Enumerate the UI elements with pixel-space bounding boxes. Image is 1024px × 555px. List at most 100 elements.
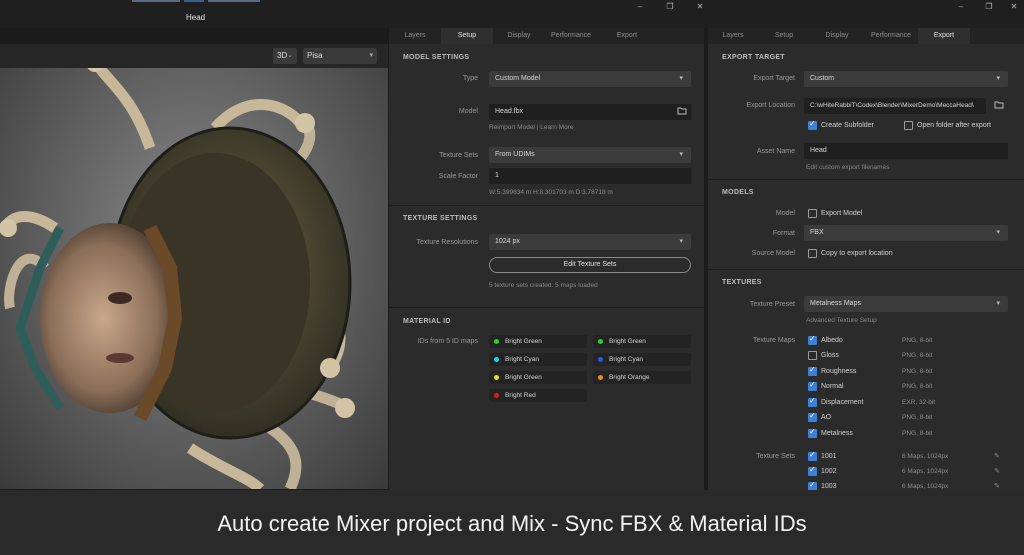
texture-res-dropdown[interactable]: 1024 px ▾ [489, 234, 691, 250]
export-location-label: Export Location [746, 102, 795, 109]
section-model-settings: MODEL SETTINGS [403, 54, 470, 61]
texture-preset-label: Texture Preset [749, 301, 795, 308]
title-accent [184, 0, 204, 2]
material-id-chip[interactable]: Bright Green [489, 371, 587, 384]
source-model-label: Source Model [751, 250, 795, 257]
color-swatch [494, 357, 499, 362]
albedo-checkbox[interactable] [808, 334, 817, 345]
view-mode-select[interactable]: 3D ⌄ [273, 48, 297, 64]
tab-setup[interactable]: Setup [441, 28, 493, 44]
title-accent [132, 0, 180, 2]
asset-name-value: Head [810, 147, 827, 154]
chevron-down-icon: ▾ [679, 238, 683, 245]
tab-layers[interactable]: Layers [389, 28, 441, 44]
create-subfolder-checkbox[interactable] [808, 119, 817, 130]
export-target-value: Custom [810, 75, 835, 82]
restore-icon[interactable]: ❐ [662, 2, 678, 12]
displacement-checkbox[interactable] [808, 396, 817, 407]
restore-icon[interactable]: ❐ [981, 2, 997, 12]
ao-checkbox[interactable] [808, 411, 817, 422]
format-dropdown[interactable]: FBX ▾ [804, 225, 1008, 241]
setup-panel: Layers Setup Display Performance Export … [389, 28, 704, 490]
edit-texture-sets-button[interactable]: Edit Texture Sets [489, 257, 691, 273]
open-folder-label: Open folder after export [917, 122, 991, 129]
asset-name-field[interactable]: Head [804, 143, 1008, 159]
folder-icon[interactable] [677, 106, 687, 117]
material-id-chip[interactable]: Bright Cyan [593, 353, 691, 366]
copy-location-checkbox[interactable] [808, 249, 817, 258]
model-path-field[interactable]: Head.fbx [489, 104, 691, 120]
folder-icon[interactable] [994, 100, 1004, 111]
environment-select[interactable]: Pisa ▾ [303, 48, 377, 64]
metalness-checkbox[interactable] [808, 427, 817, 438]
material-id-chip[interactable]: Bright Green [489, 335, 587, 348]
learn-more-link[interactable]: Learn More [540, 124, 573, 131]
set-checkbox[interactable] [808, 465, 817, 476]
normal-checkbox[interactable] [808, 380, 817, 391]
map-format: PNG, 8-bit [902, 430, 933, 437]
title-bar [0, 0, 1024, 28]
minimize-icon[interactable]: – [632, 2, 648, 12]
tab-export[interactable]: Export [597, 28, 657, 44]
export-location-field[interactable]: C:\wHiteRabbiT\Codex\Blender\MixerDemo\M… [804, 98, 986, 114]
reimport-row: Reimport Model | Learn More [489, 124, 573, 131]
type-value: Custom Model [495, 75, 541, 82]
close-icon[interactable]: ✕ [1006, 2, 1022, 12]
model-dimensions: W:5.399634 m H:8.301703 m D:3.78718 m [489, 189, 613, 196]
material-id-chip[interactable]: Bright Green [593, 335, 691, 348]
tab-setup[interactable]: Setup [758, 28, 810, 44]
material-id-chip[interactable]: Bright Cyan [489, 353, 587, 366]
texture-res-label: Texture Resolutions [416, 239, 478, 246]
edit-filenames-link[interactable]: Edit custom export filenames [806, 164, 889, 171]
set-checkbox[interactable] [808, 450, 817, 461]
advanced-texture-link[interactable]: Advanced Texture Setup [806, 317, 877, 324]
pencil-icon[interactable]: ✎ [994, 482, 1000, 490]
set-info: 6 Maps, 1024px [902, 483, 949, 490]
roughness-checkbox[interactable] [808, 365, 817, 376]
type-dropdown[interactable]: Custom Model ▾ [489, 71, 691, 87]
export-model-checkbox[interactable] [808, 209, 817, 218]
tab-display[interactable]: Display [493, 28, 545, 44]
type-label: Type [462, 75, 478, 82]
export-target-dropdown[interactable]: Custom ▾ [804, 71, 1008, 87]
texture-sets-dropdown[interactable]: From UDIMs ▾ [489, 147, 691, 163]
texture-preset-dropdown[interactable]: Metalness Maps ▾ [804, 296, 1008, 312]
minimize-icon[interactable]: – [953, 2, 969, 12]
gloss-checkbox[interactable] [808, 351, 817, 360]
set-name: 1003 [821, 483, 837, 490]
divider [708, 269, 1024, 270]
map-format: EXR, 32-bit [902, 399, 936, 406]
map-format: PNG, 8-bit [902, 352, 933, 359]
caption-text: Auto create Mixer project and Mix - Sync… [217, 511, 807, 536]
tab-export[interactable]: Export [918, 28, 970, 44]
asset-name-label: Asset Name [756, 148, 795, 155]
tab-display[interactable]: Display [810, 28, 864, 44]
reimport-link[interactable]: Reimport Model [489, 124, 535, 131]
material-id-chip[interactable]: Bright Red [489, 389, 587, 402]
open-folder-checkbox[interactable] [904, 121, 913, 130]
section-export-target: EXPORT TARGET [722, 54, 785, 61]
format-value: FBX [810, 229, 824, 236]
tab-performance[interactable]: Performance [864, 28, 918, 44]
set-name: 1002 [821, 468, 837, 475]
chip-label: Bright Cyan [609, 356, 643, 363]
pencil-icon[interactable]: ✎ [994, 467, 1000, 475]
divider [389, 307, 704, 308]
tab-performance[interactable]: Performance [545, 28, 597, 44]
format-label: Format [772, 230, 795, 237]
model-label: Model [775, 210, 795, 217]
scale-field[interactable]: 1 [489, 168, 691, 184]
close-icon[interactable]: ✕ [692, 2, 708, 12]
material-id-chip[interactable]: Bright Orange [593, 371, 691, 384]
pencil-icon[interactable]: ✎ [994, 452, 1000, 460]
tab-layers[interactable]: Layers [708, 28, 758, 44]
map-name: Albedo [821, 337, 843, 344]
map-format: PNG, 8-bit [902, 368, 933, 375]
scale-value: 1 [495, 172, 499, 179]
chevron-down-icon: ▾ [996, 229, 1000, 236]
section-material-id: MATERIAL ID [403, 318, 451, 325]
texture-sets-label: Texture Sets [756, 453, 795, 460]
section-textures: TEXTURES [722, 279, 762, 286]
divider [708, 179, 1024, 180]
divider [389, 205, 704, 206]
